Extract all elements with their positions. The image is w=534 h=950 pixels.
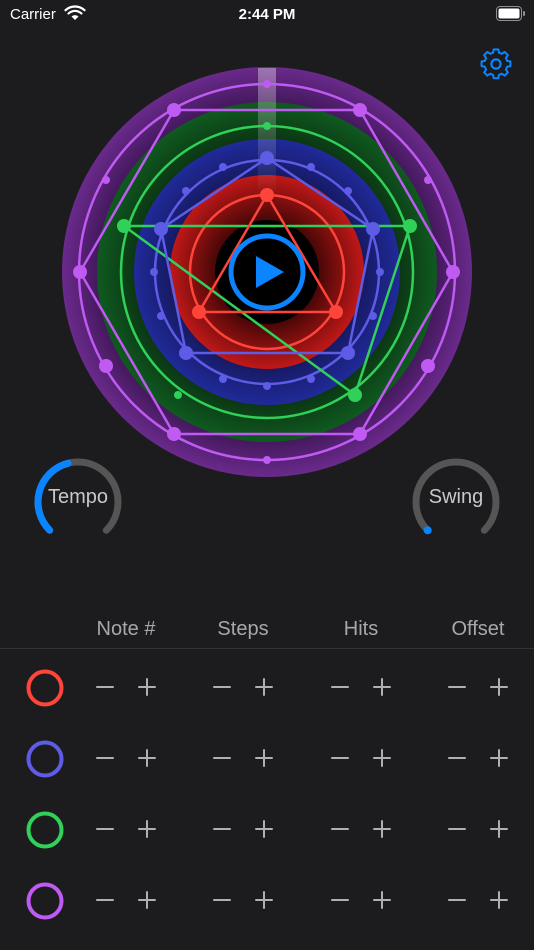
minus-icon: [331, 686, 349, 688]
green-offset-minus-button[interactable]: [440, 812, 474, 846]
green-offset-plus-button[interactable]: [482, 812, 516, 846]
green-note-plus-button[interactable]: [130, 812, 164, 846]
minus-icon: [448, 899, 466, 901]
green-note-minus-button[interactable]: [88, 812, 122, 846]
track-row-purple: [0, 871, 534, 931]
red-steps-minus-button[interactable]: [205, 670, 239, 704]
purple-offset-minus-button[interactable]: [440, 883, 474, 917]
track-color-red[interactable]: [26, 669, 64, 707]
red-hits-minus-button[interactable]: [323, 670, 357, 704]
plus-icon: [255, 820, 273, 838]
track-row-green: [0, 800, 534, 860]
play-button[interactable]: [228, 233, 306, 311]
minus-icon: [331, 757, 349, 759]
header-note: Note #: [96, 618, 156, 640]
plus-icon: [255, 749, 273, 767]
header-offset: Offset: [451, 618, 505, 640]
green-hits-plus-button[interactable]: [365, 812, 399, 846]
track-row-blue: [0, 729, 534, 789]
minus-icon: [448, 828, 466, 830]
plus-icon: [373, 891, 391, 909]
minus-icon: [331, 899, 349, 901]
tempo-label: Tempo: [47, 486, 109, 508]
track-row-red: [0, 658, 534, 718]
red-offset-minus-button[interactable]: [440, 670, 474, 704]
tempo-knob[interactable]: Tempo: [28, 452, 128, 552]
blue-note-plus-button[interactable]: [130, 741, 164, 775]
green-hits-minus-button[interactable]: [323, 812, 357, 846]
plus-icon: [138, 820, 156, 838]
purple-steps-plus-button[interactable]: [247, 883, 281, 917]
blue-offset-minus-button[interactable]: [440, 741, 474, 775]
swing-label: Swing: [428, 486, 484, 508]
plus-icon: [138, 749, 156, 767]
red-steps-plus-button[interactable]: [247, 670, 281, 704]
plus-icon: [255, 678, 273, 696]
blue-hits-plus-button[interactable]: [365, 741, 399, 775]
minus-icon: [213, 686, 231, 688]
purple-offset-plus-button[interactable]: [482, 883, 516, 917]
blue-offset-plus-button[interactable]: [482, 741, 516, 775]
purple-hits-plus-button[interactable]: [365, 883, 399, 917]
plus-icon: [138, 678, 156, 696]
blue-hits-minus-button[interactable]: [323, 741, 357, 775]
plus-icon: [373, 749, 391, 767]
minus-icon: [96, 899, 114, 901]
blue-note-minus-button[interactable]: [88, 741, 122, 775]
red-note-plus-button[interactable]: [130, 670, 164, 704]
green-steps-plus-button[interactable]: [247, 812, 281, 846]
plus-icon: [373, 820, 391, 838]
header-steps: Steps: [217, 618, 269, 640]
minus-icon: [331, 828, 349, 830]
rhythm-wheel[interactable]: [0, 0, 534, 500]
plus-icon: [490, 891, 508, 909]
header-hits: Hits: [343, 618, 379, 640]
minus-icon: [96, 757, 114, 759]
purple-hits-minus-button[interactable]: [323, 883, 357, 917]
plus-icon: [490, 678, 508, 696]
purple-note-plus-button[interactable]: [130, 883, 164, 917]
plus-icon: [373, 678, 391, 696]
red-note-minus-button[interactable]: [88, 670, 122, 704]
minus-icon: [448, 757, 466, 759]
minus-icon: [213, 899, 231, 901]
green-steps-minus-button[interactable]: [205, 812, 239, 846]
red-offset-plus-button[interactable]: [482, 670, 516, 704]
purple-note-minus-button[interactable]: [88, 883, 122, 917]
minus-icon: [213, 757, 231, 759]
minus-icon: [448, 686, 466, 688]
blue-steps-plus-button[interactable]: [247, 741, 281, 775]
divider: [0, 648, 534, 649]
track-color-purple[interactable]: [26, 882, 64, 920]
swing-level-dot: [423, 526, 432, 535]
plus-icon: [255, 891, 273, 909]
plus-icon: [138, 891, 156, 909]
track-color-green[interactable]: [26, 811, 64, 849]
blue-steps-minus-button[interactable]: [205, 741, 239, 775]
minus-icon: [96, 828, 114, 830]
track-color-blue[interactable]: [26, 740, 64, 778]
plus-icon: [490, 749, 508, 767]
purple-steps-minus-button[interactable]: [205, 883, 239, 917]
minus-icon: [213, 828, 231, 830]
minus-icon: [96, 686, 114, 688]
red-hits-plus-button[interactable]: [365, 670, 399, 704]
plus-icon: [490, 820, 508, 838]
swing-knob[interactable]: Swing: [406, 452, 506, 552]
